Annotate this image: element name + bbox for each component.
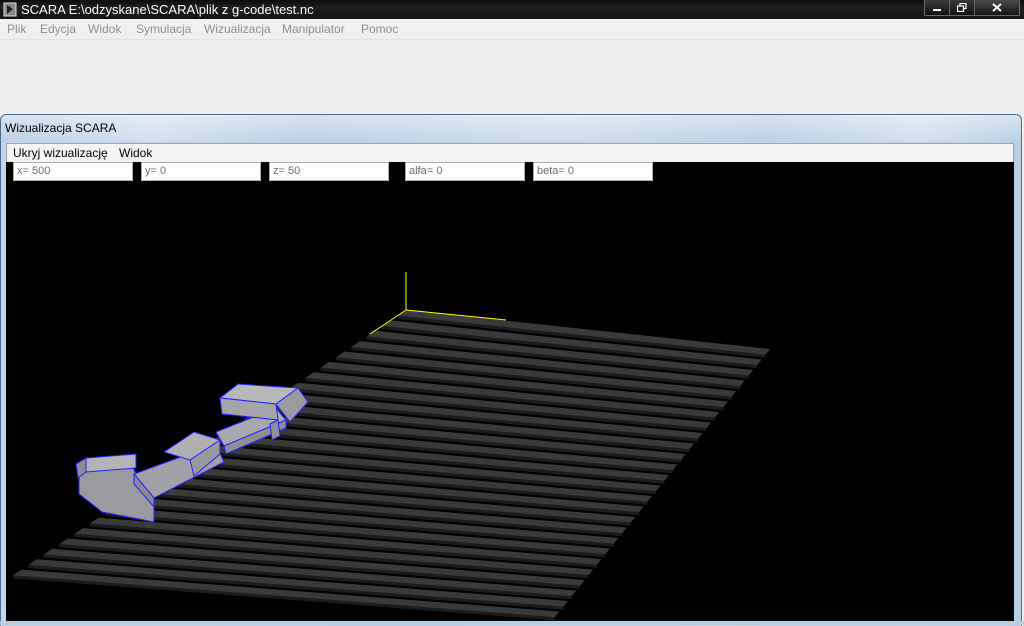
x-coordinate-field[interactable]: x= 500 [13,162,133,181]
scara-3d-scene[interactable] [6,162,1014,622]
menu-item-edycja[interactable]: Edycja [40,19,76,39]
window-bottom-border [0,621,1024,625]
beta-angle-field[interactable]: beta= 0 [533,162,653,181]
menu-item-plik[interactable]: Plik [7,19,26,39]
restore-icon [957,3,967,12]
3d-viewport[interactable]: x= 500 y= 0 z= 50 alfa= 0 beta= 0 [6,162,1014,622]
menu-item-pomoc[interactable]: Pomoc [361,19,398,39]
menu-item-manipulator[interactable]: Manipulator [282,19,345,39]
restore-button[interactable] [950,0,975,16]
visualization-window: Wizualizacja SCARA Ukryj wizualizację Wi… [0,114,1022,626]
menu-item-wizualizacja[interactable]: Wizualizacja [204,19,271,39]
close-icon [992,3,1002,12]
visualization-menu-bar: Ukryj wizualizację Widok [6,143,1014,163]
y-coordinate-field[interactable]: y= 0 [141,162,261,181]
menu-item-symulacja[interactable]: Symulacja [136,19,191,39]
visualization-title: Wizualizacja SCARA [5,121,117,135]
visualization-title-bar[interactable]: Wizualizacja SCARA [1,115,1021,142]
main-title-bar[interactable]: SCARA E:\odzyskane\SCARA\plik z g-code\t… [0,0,1024,19]
robot-spindle [269,419,281,441]
menu-item-view[interactable]: Widok [119,144,152,162]
z-coordinate-field[interactable]: z= 50 [269,162,389,181]
window-title: SCARA E:\odzyskane\SCARA\plik z g-code\t… [21,2,314,17]
menu-item-hide-visualization[interactable]: Ukryj wizualizację [13,144,108,162]
app-icon [3,2,17,17]
window-controls [924,0,1020,16]
main-menu-bar: Plik Edycja Widok Symulacja Wizualizacja… [0,19,1024,40]
alfa-angle-field[interactable]: alfa= 0 [405,162,525,181]
minimize-icon [933,8,941,11]
minimize-button[interactable] [924,0,950,16]
menu-item-widok[interactable]: Widok [88,19,121,39]
close-button[interactable] [975,0,1020,16]
